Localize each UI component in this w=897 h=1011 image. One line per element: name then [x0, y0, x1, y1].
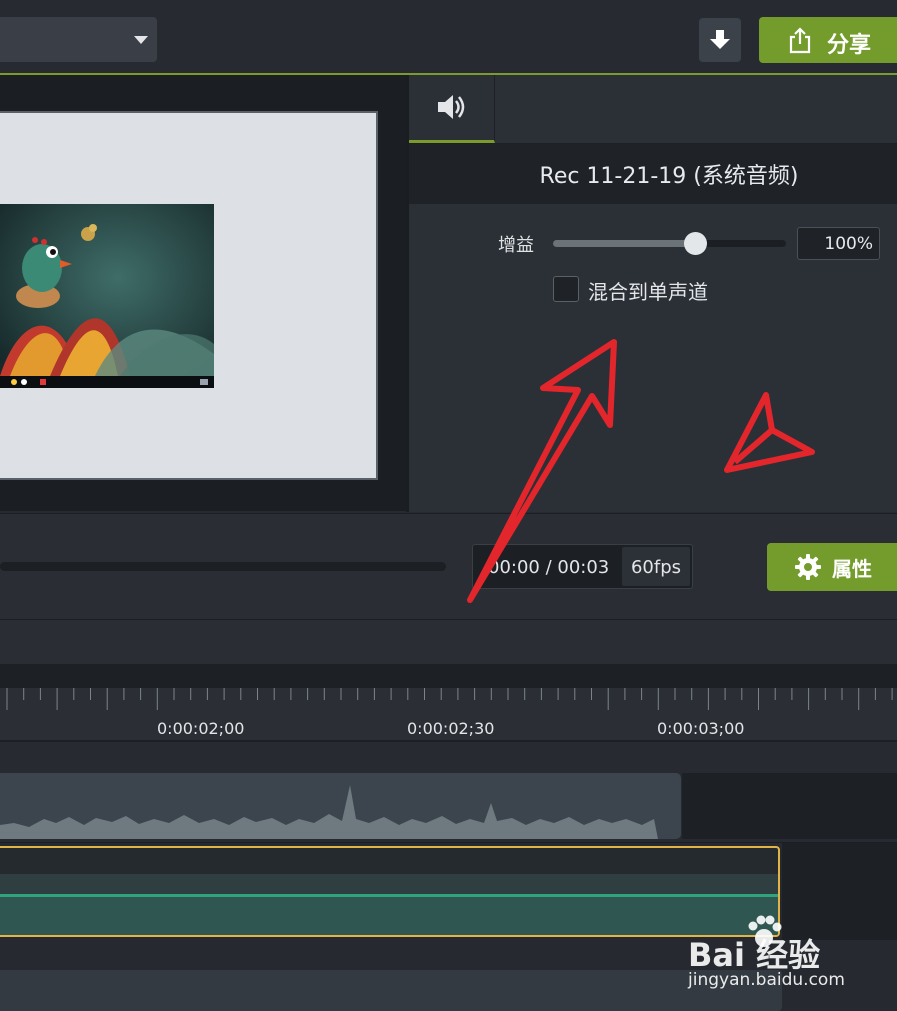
timeline-toolbar: [0, 619, 897, 665]
mix-to-mono-checkbox[interactable]: [553, 276, 579, 302]
ruler-label: 0:00:02;30: [407, 719, 495, 738]
ruler-label: 0:00:02;00: [157, 719, 245, 738]
video-media-thumbnail[interactable]: [0, 204, 214, 388]
track-1-empty-area: [682, 773, 897, 839]
track-2-empty-area: [782, 843, 897, 940]
time-readout: 00:00 / 00:03: [488, 557, 610, 578]
dropdown-caret-icon: [134, 36, 148, 44]
audio-volume-area: [0, 894, 778, 935]
playback-scrubber[interactable]: [0, 562, 446, 571]
audio-clip[interactable]: [0, 970, 782, 1011]
gain-value: 100%: [824, 234, 873, 254]
gain-slider-fill: [553, 240, 696, 247]
clip-title: Rec 11-21-19 (系统音频): [539, 164, 799, 189]
fps-label: 60fps: [630, 557, 682, 578]
audio-waveform: [0, 785, 658, 839]
ruler-label: 0:00:03;00: [657, 719, 745, 738]
video-frame-image: [0, 204, 214, 388]
audio-clip[interactable]: [0, 773, 681, 839]
properties-button-label[interactable]: 属性: [832, 553, 872, 582]
download-button[interactable]: [699, 18, 741, 62]
gain-slider-thumb[interactable]: [684, 232, 707, 255]
share-icon: [789, 27, 811, 54]
tab-audio[interactable]: [409, 75, 495, 143]
selected-audio-clip[interactable]: [0, 846, 780, 937]
preset-dropdown[interactable]: [0, 17, 157, 62]
volume-line[interactable]: [0, 894, 778, 897]
gear-icon: [795, 554, 821, 580]
download-icon: [710, 30, 730, 49]
baidu-paw-icon: [748, 915, 782, 947]
watermark-url: jingyan.baidu.com: [688, 970, 845, 990]
clip-header-strip: [0, 874, 778, 896]
gain-label: 增益: [498, 235, 534, 256]
mix-to-mono-label[interactable]: 混合到单声道: [588, 276, 708, 305]
speaker-icon: [438, 95, 465, 119]
share-button-label: 分享: [827, 33, 872, 58]
timeline-header: [0, 664, 897, 688]
share-button[interactable]: 分享: [759, 17, 897, 63]
